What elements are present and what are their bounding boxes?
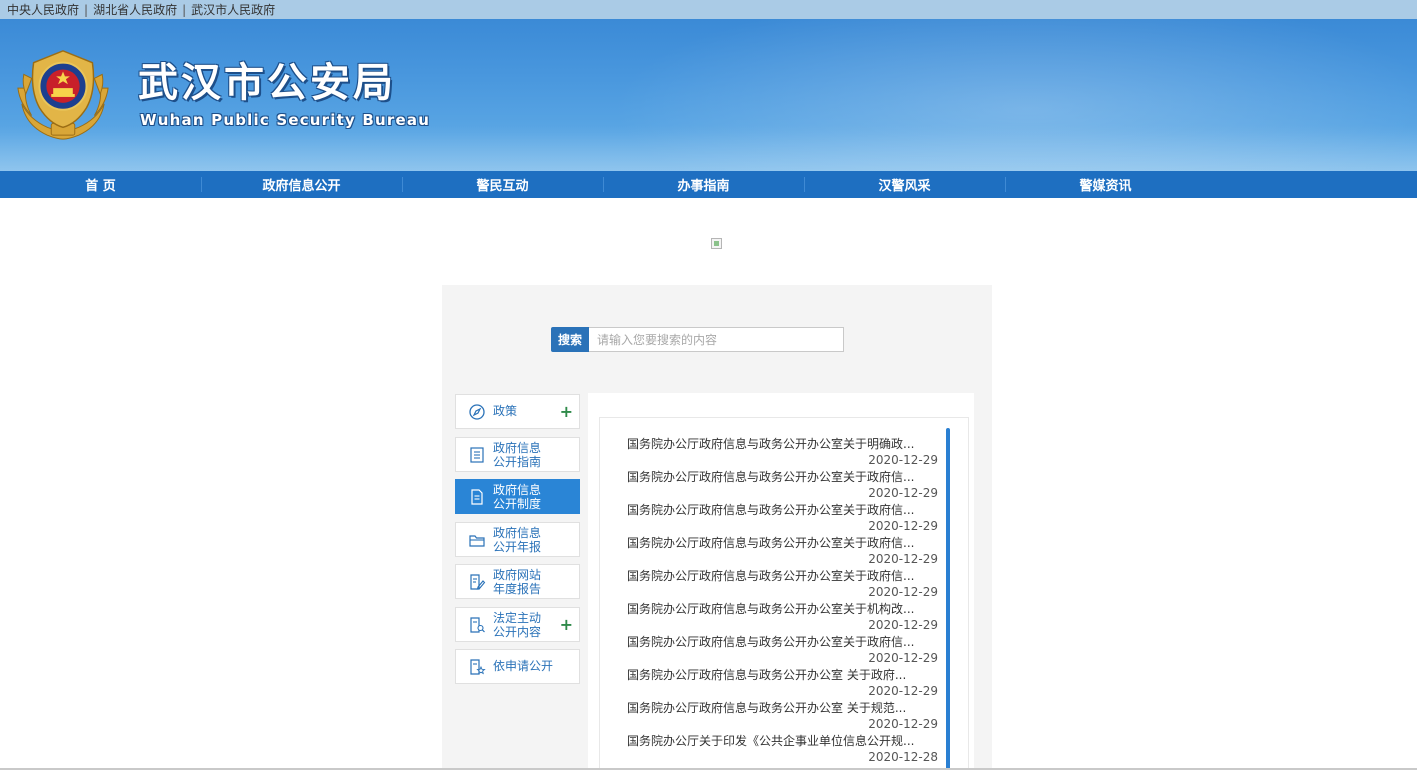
separator: | (182, 2, 187, 17)
sidebar-item-label: 政府信息 (493, 526, 542, 540)
sidebar-item-label: 依申请公开 (493, 659, 554, 673)
sidebar-item-website-report[interactable]: 政府网站 年度报告 (455, 564, 580, 599)
sidebar-item-annual-report[interactable]: 政府信息 公开年报 (455, 522, 580, 557)
sidebar-item-disclosure-system[interactable]: 政府信息 公开制度 (455, 479, 580, 514)
sidebar-item-label: 公开年报 (493, 540, 542, 554)
list-item-date: 2020-12-29 (868, 519, 938, 533)
edit-document-icon (470, 573, 486, 590)
nav-item-home[interactable]: 首 页 (0, 171, 201, 198)
folder-icon (469, 534, 485, 547)
sidebar-item-label: 政府网站 (493, 568, 542, 582)
expand-plus-icon[interactable]: + (560, 402, 573, 421)
expand-plus-icon[interactable]: + (560, 615, 573, 634)
list-item[interactable]: 国务院办公厅政府信息与政务公开办公室关于明确政... (627, 435, 927, 452)
sidebar-item-disclosure-guide[interactable]: 政府信息 公开指南 (455, 437, 580, 472)
sidebar-item-apply-disclosure[interactable]: 依申请公开 (455, 649, 580, 684)
separator: | (84, 2, 89, 17)
sidebar-item-label: 政府信息 (493, 483, 542, 497)
search-document-icon (470, 616, 485, 633)
link-wuhan-government[interactable]: 武汉市人民政府 (191, 1, 275, 18)
list-item[interactable]: 国务院办公厅政府信息与政务公开办公室关于政府信... (627, 501, 927, 518)
site-title: 武汉市公安局 (138, 60, 396, 106)
star-document-icon (470, 658, 486, 675)
police-emblem-icon[interactable] (14, 45, 112, 143)
sidebar-item-label: 政策 (493, 404, 518, 418)
header-banner: 武汉市公安局 Wuhan Public Security Bureau (0, 19, 1417, 171)
list-item[interactable]: 国务院办公厅政府信息与政务公开办公室 关于政府... (627, 666, 927, 683)
list-item[interactable]: 国务院办公厅政府信息与政务公开办公室 关于规范... (627, 699, 927, 716)
nav-item-police-interaction[interactable]: 警民互动 (402, 171, 603, 198)
list-item[interactable]: 国务院办公厅关于印发《公共企事业单位信息公开规... (627, 732, 927, 749)
nav-item-police-style[interactable]: 汉警风采 (804, 171, 1005, 198)
list-item-date: 2020-12-29 (868, 585, 938, 599)
sidebar-item-label: 公开制度 (493, 497, 542, 511)
link-central-government[interactable]: 中央人民政府 (7, 1, 79, 18)
compass-icon (469, 403, 485, 420)
top-link-bar: 中央人民政府 | 湖北省人民政府 | 武汉市人民政府 (0, 0, 1417, 19)
search-input[interactable] (589, 327, 844, 352)
list-item[interactable]: 国务院办公厅政府信息与政务公开办公室关于政府信... (627, 468, 927, 485)
list-item-date: 2020-12-28 (868, 750, 938, 764)
list-scrollbar[interactable] (946, 428, 950, 770)
sidebar-item-policy[interactable]: 政策 + (455, 394, 580, 429)
list-item[interactable]: 国务院办公厅政府信息与政务公开办公室关于政府信... (627, 567, 927, 584)
sidebar-item-label: 公开内容 (493, 625, 542, 639)
list-item[interactable]: 国务院办公厅政府信息与政务公开办公室关于政府信... (627, 534, 927, 551)
list-item-date: 2020-12-29 (868, 486, 938, 500)
list-item-date: 2020-12-29 (868, 684, 938, 698)
site-subtitle: Wuhan Public Security Bureau (140, 111, 431, 129)
list-item-date: 2020-12-29 (868, 618, 938, 632)
sidebar-item-statutory-content[interactable]: 法定主动 公开内容 + (455, 607, 580, 642)
list-item-date: 2020-12-29 (868, 453, 938, 467)
nav-item-media-news[interactable]: 警媒资讯 (1005, 171, 1206, 198)
list-item-date: 2020-12-29 (868, 552, 938, 566)
broken-image-icon (711, 238, 722, 249)
list-item-date: 2020-12-29 (868, 717, 938, 731)
list-item[interactable]: 国务院办公厅政府信息与政务公开办公室关于政府信... (627, 633, 927, 650)
nav-item-service-guide[interactable]: 办事指南 (603, 171, 804, 198)
sidebar-item-label: 年度报告 (493, 582, 542, 596)
list-item-date: 2020-12-29 (868, 651, 938, 665)
sidebar-item-label: 公开指南 (493, 455, 542, 469)
list-item[interactable]: 国务院办公厅政府信息与政务公开办公室关于机构改... (627, 600, 927, 617)
document-icon (471, 488, 483, 505)
search-button[interactable]: 搜索 (551, 327, 589, 352)
nav-item-gov-info[interactable]: 政府信息公开 (201, 171, 402, 198)
banner-wave (0, 125, 1417, 171)
search-bar: 搜索 (551, 327, 844, 352)
main-nav: 首 页 政府信息公开 警民互动 办事指南 汉警风采 警媒资讯 (0, 171, 1417, 198)
sidebar-item-label: 法定主动 (493, 611, 542, 625)
link-hubei-government[interactable]: 湖北省人民政府 (93, 1, 177, 18)
list-document-icon (470, 446, 484, 463)
sidebar-item-label: 政府信息 (493, 441, 542, 455)
